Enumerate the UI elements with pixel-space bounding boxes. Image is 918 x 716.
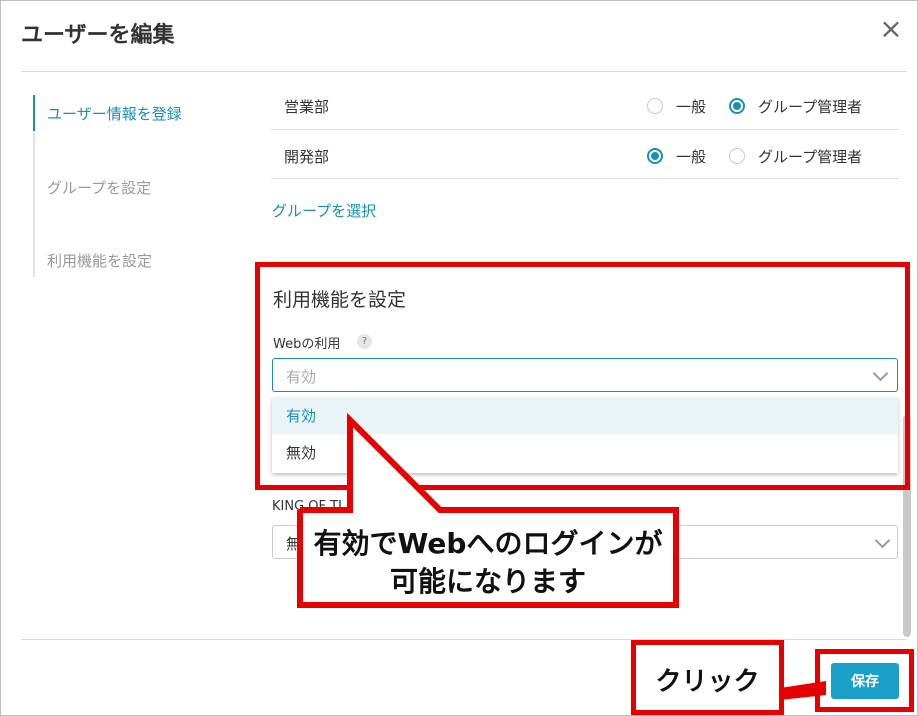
step-active-indicator — [33, 95, 35, 131]
row-divider — [271, 178, 899, 179]
highlight-box-features — [255, 262, 910, 490]
click-label-box: クリック — [631, 640, 784, 715]
select-value: 無 — [286, 535, 302, 553]
dialog-title: ユーザーを編集 — [21, 23, 175, 48]
radio-general-sales[interactable] — [647, 98, 663, 114]
group-name: 開発部 — [284, 148, 330, 166]
callout-line-2: 可能になります — [389, 565, 586, 598]
radio-group-admin-sales[interactable] — [729, 98, 745, 114]
close-icon[interactable]: × — [877, 15, 905, 43]
radio-general-dev[interactable] — [647, 148, 663, 164]
radio-label: 一般 — [676, 98, 707, 116]
radio-group-admin-dev[interactable] — [729, 148, 745, 164]
radio-label: 一般 — [676, 148, 707, 166]
radio-label: グループ管理者 — [758, 98, 863, 116]
step-feature-settings[interactable]: 利用機能を設定 — [47, 250, 152, 271]
row-divider — [271, 129, 899, 130]
step-user-info[interactable]: ユーザー情報を登録 — [47, 103, 182, 124]
click-label: クリック — [655, 667, 760, 697]
step-group-settings[interactable]: グループを設定 — [47, 177, 151, 198]
next-field-label: KING OF TI — [272, 499, 342, 514]
highlight-box-save — [815, 649, 914, 712]
select-group-link[interactable]: グループを選択 — [272, 200, 376, 221]
header-divider — [21, 71, 907, 72]
chevron-down-icon — [874, 532, 891, 549]
group-name: 営業部 — [284, 98, 330, 116]
radio-label: グループ管理者 — [758, 148, 863, 166]
callout-line-1: 有効でWebへのログインが — [313, 527, 663, 560]
